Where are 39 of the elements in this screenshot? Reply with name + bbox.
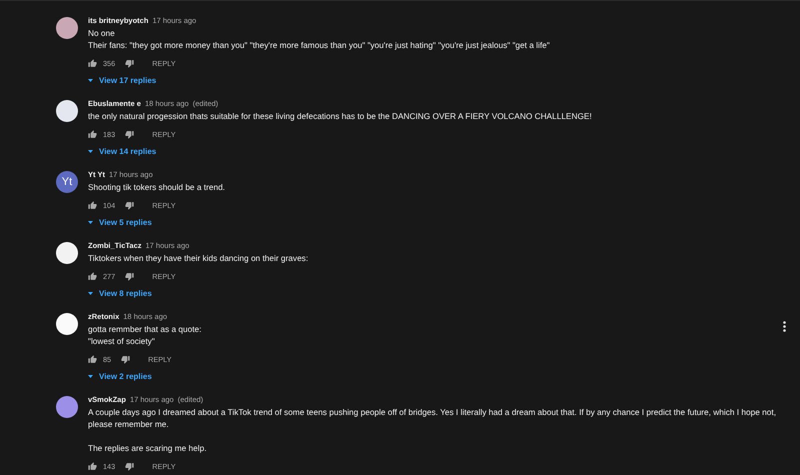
caret-icon <box>88 374 93 378</box>
comment-text: Their fans: "they got more money than you" "they're more famous than you" "you're just hating" "you're just jealous" "get a life" <box>88 39 550 51</box>
avatar-letter: Yt <box>62 176 72 188</box>
thumbs-up-icon[interactable] <box>88 462 97 470</box>
comment-text: "lowest of society" <box>88 335 155 347</box>
comment-text: The replies are scaring me help. <box>88 442 207 454</box>
view-replies-link[interactable]: View 5 replies <box>99 218 152 226</box>
comment-text: gotta remmber that as a quote: <box>88 323 202 335</box>
comment-text: No one <box>88 27 115 39</box>
caret-icon <box>88 220 93 224</box>
caret-icon <box>88 78 93 82</box>
more-options-icon[interactable] <box>783 321 786 332</box>
caret-icon <box>88 150 93 152</box>
avatar[interactable] <box>56 242 78 264</box>
avatar[interactable] <box>56 100 78 122</box>
comment-text: A couple days ago I dreamed about a TikTok trend of some teens pushing people off of bridges. Yes I literally had a dream about that. If by any chance I predict the future, which I hope not, please remember me. <box>88 406 778 430</box>
thumbs-down-icon[interactable] <box>125 200 134 210</box>
comment-text: Shooting tik tokers should be a trend. <box>88 181 225 193</box>
view-replies-link[interactable]: View 14 replies <box>99 146 156 156</box>
thumbs-up-icon[interactable] <box>88 58 97 68</box>
thumbs-up-icon[interactable] <box>88 130 97 138</box>
avatar[interactable] <box>56 313 78 335</box>
thumbs-up-icon[interactable] <box>88 354 97 364</box>
avatar[interactable]: Yt <box>56 171 78 193</box>
thumbs-down-icon[interactable] <box>121 354 130 364</box>
comment-text: Tiktokers when they have their kids dancing on their graves: <box>88 252 308 264</box>
thumbs-down-icon[interactable] <box>125 130 134 138</box>
thumbs-up-icon[interactable] <box>88 272 97 280</box>
thumbs-down-icon[interactable] <box>125 272 134 280</box>
comment-text: the only natural progession thats suitable for these living defecations has to be the DANCING OVER A FIERY VOLCANO CHALLLENGE! <box>88 110 592 122</box>
thumbs-up-icon[interactable] <box>88 200 97 210</box>
view-replies-link[interactable]: View 17 replies <box>99 76 156 84</box>
view-replies-link[interactable]: View 2 replies <box>99 372 152 380</box>
caret-icon <box>88 292 93 294</box>
view-replies-link[interactable]: View 8 replies <box>99 288 152 298</box>
thumbs-down-icon[interactable] <box>125 58 134 68</box>
avatar[interactable] <box>56 396 78 418</box>
thumbs-down-icon[interactable] <box>125 462 134 470</box>
avatar[interactable] <box>56 17 78 39</box>
